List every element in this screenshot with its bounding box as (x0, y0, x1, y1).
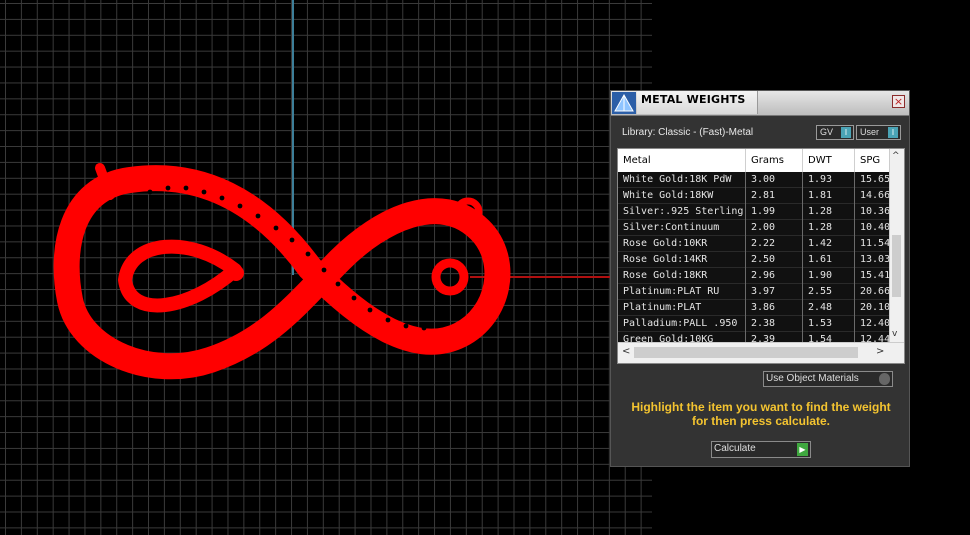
close-button[interactable]: × (892, 95, 905, 108)
spg-cell: 12.40 (855, 316, 890, 332)
column-header-dwt[interactable]: DWT (803, 149, 855, 172)
dwt-cell: 1.42 (803, 236, 855, 252)
column-header-metal[interactable]: Metal (618, 149, 746, 172)
dwt-cell: 1.28 (803, 204, 855, 220)
table-row[interactable]: White Gold:18KW 2.81 1.81 14.66 (618, 188, 890, 204)
metal-cell: Silver:Continuum (618, 220, 746, 236)
spg-cell: 14.66 (855, 188, 890, 204)
gv-toggle-button[interactable]: GV I (816, 125, 854, 140)
table-row[interactable]: Rose Gold:14KR 2.50 1.61 13.03 (618, 252, 890, 268)
vertical-scroll-thumb[interactable] (892, 235, 901, 297)
toggle-knob-icon (879, 373, 890, 385)
metal-cell: Rose Gold:10KR (618, 236, 746, 252)
dwt-cell: 2.55 (803, 284, 855, 300)
table-row[interactable]: Palladium:PALL .950 2.38 1.53 12.40 (618, 316, 890, 332)
spg-cell: 13.03 (855, 252, 890, 268)
dwt-cell: 1.90 (803, 268, 855, 284)
scroll-left-icon[interactable]: < (622, 346, 630, 357)
spg-cell: 15.41 (855, 268, 890, 284)
grams-cell: 3.00 (746, 172, 803, 188)
library-label: Library: Classic - (Fast)-Metal (622, 127, 754, 138)
grams-cell: 2.50 (746, 252, 803, 268)
use-object-materials-label: Use Object Materials (766, 373, 859, 384)
metal-cell: Platinum:PLAT (618, 300, 746, 316)
table-row[interactable]: Rose Gold:18KR 2.96 1.90 15.41 (618, 268, 890, 284)
horizontal-scroll-thumb[interactable] (634, 347, 858, 358)
table-row[interactable]: Silver:Continuum 2.00 1.28 10.40 (618, 220, 890, 236)
grams-cell: 3.86 (746, 300, 803, 316)
close-icon: × (893, 95, 904, 108)
toggle-icon: I (888, 127, 898, 138)
calculate-label: Calculate (714, 443, 756, 454)
metal-cell: White Gold:18K PdW (618, 172, 746, 188)
dwt-cell: 1.53 (803, 316, 855, 332)
spg-cell: 10.40 (855, 220, 890, 236)
instruction-line-2: for then press calculate. (691, 414, 831, 428)
grams-cell: 2.38 (746, 316, 803, 332)
dwt-cell: 1.28 (803, 220, 855, 236)
table-body: White Gold:18K PdW 3.00 1.93 15.65 White… (618, 172, 890, 344)
grams-cell: 3.97 (746, 284, 803, 300)
metal-cell: Silver:.925 Sterling (618, 204, 746, 220)
spg-cell: 11.54 (855, 236, 890, 252)
metal-table[interactable]: Metal Grams DWT SPG White Gold:18K PdW 3… (617, 148, 905, 364)
play-icon: ▶ (797, 443, 808, 456)
spg-cell: 15.65 (855, 172, 890, 188)
metal-cell: Platinum:PLAT RU (618, 284, 746, 300)
column-header-grams[interactable]: Grams (746, 149, 803, 172)
grams-cell: 2.96 (746, 268, 803, 284)
table-row[interactable]: Platinum:PLAT RU 3.97 2.55 20.66 (618, 284, 890, 300)
panel-title-bar[interactable]: METAL WEIGHTS × (611, 91, 909, 116)
spg-cell: 20.10 (855, 300, 890, 316)
dwt-cell: 1.81 (803, 188, 855, 204)
table-row[interactable]: Rose Gold:10KR 2.22 1.42 11.54 (618, 236, 890, 252)
metal-cell: Palladium:PALL .950 (618, 316, 746, 332)
metal-cell: Rose Gold:14KR (618, 252, 746, 268)
scroll-right-icon[interactable]: > (876, 346, 884, 357)
calculate-button[interactable]: Calculate ▶ (711, 441, 811, 458)
use-object-materials-toggle[interactable]: Use Object Materials (763, 371, 893, 387)
dwt-cell: 1.93 (803, 172, 855, 188)
spg-cell: 10.36 (855, 204, 890, 220)
instruction-text: Highlight the item you want to find the … (611, 400, 911, 428)
horizontal-scrollbar[interactable]: < > (618, 342, 904, 363)
scroll-down-icon[interactable]: v (892, 329, 897, 339)
table-row[interactable]: White Gold:18K PdW 3.00 1.93 15.65 (618, 172, 890, 188)
user-label: User (860, 127, 880, 137)
table-row[interactable]: Silver:.925 Sterling 1.99 1.28 10.36 (618, 204, 890, 220)
dwt-cell: 1.61 (803, 252, 855, 268)
infinity-pendant-model[interactable] (40, 140, 520, 390)
grams-cell: 2.00 (746, 220, 803, 236)
user-toggle-button[interactable]: User I (856, 125, 901, 140)
gv-label: GV (820, 127, 834, 137)
toggle-icon: I (841, 127, 851, 138)
app-logo-icon (612, 92, 636, 114)
metal-cell: Rose Gold:18KR (618, 268, 746, 284)
panel-title: METAL WEIGHTS (641, 93, 746, 106)
table-row[interactable]: Platinum:PLAT 3.86 2.48 20.10 (618, 300, 890, 316)
metal-cell: White Gold:18KW (618, 188, 746, 204)
grams-cell: 1.99 (746, 204, 803, 220)
dwt-cell: 2.48 (803, 300, 855, 316)
grams-cell: 2.22 (746, 236, 803, 252)
instruction-line-1: Highlight the item you want to find the … (631, 400, 891, 414)
vertical-scrollbar[interactable]: ^ v (889, 149, 904, 344)
spg-cell: 20.66 (855, 284, 890, 300)
table-header: Metal Grams DWT SPG (618, 149, 895, 172)
scroll-up-icon[interactable]: ^ (892, 151, 900, 161)
grams-cell: 2.81 (746, 188, 803, 204)
metal-weights-panel: METAL WEIGHTS × Library: Classic - (Fast… (610, 90, 910, 467)
